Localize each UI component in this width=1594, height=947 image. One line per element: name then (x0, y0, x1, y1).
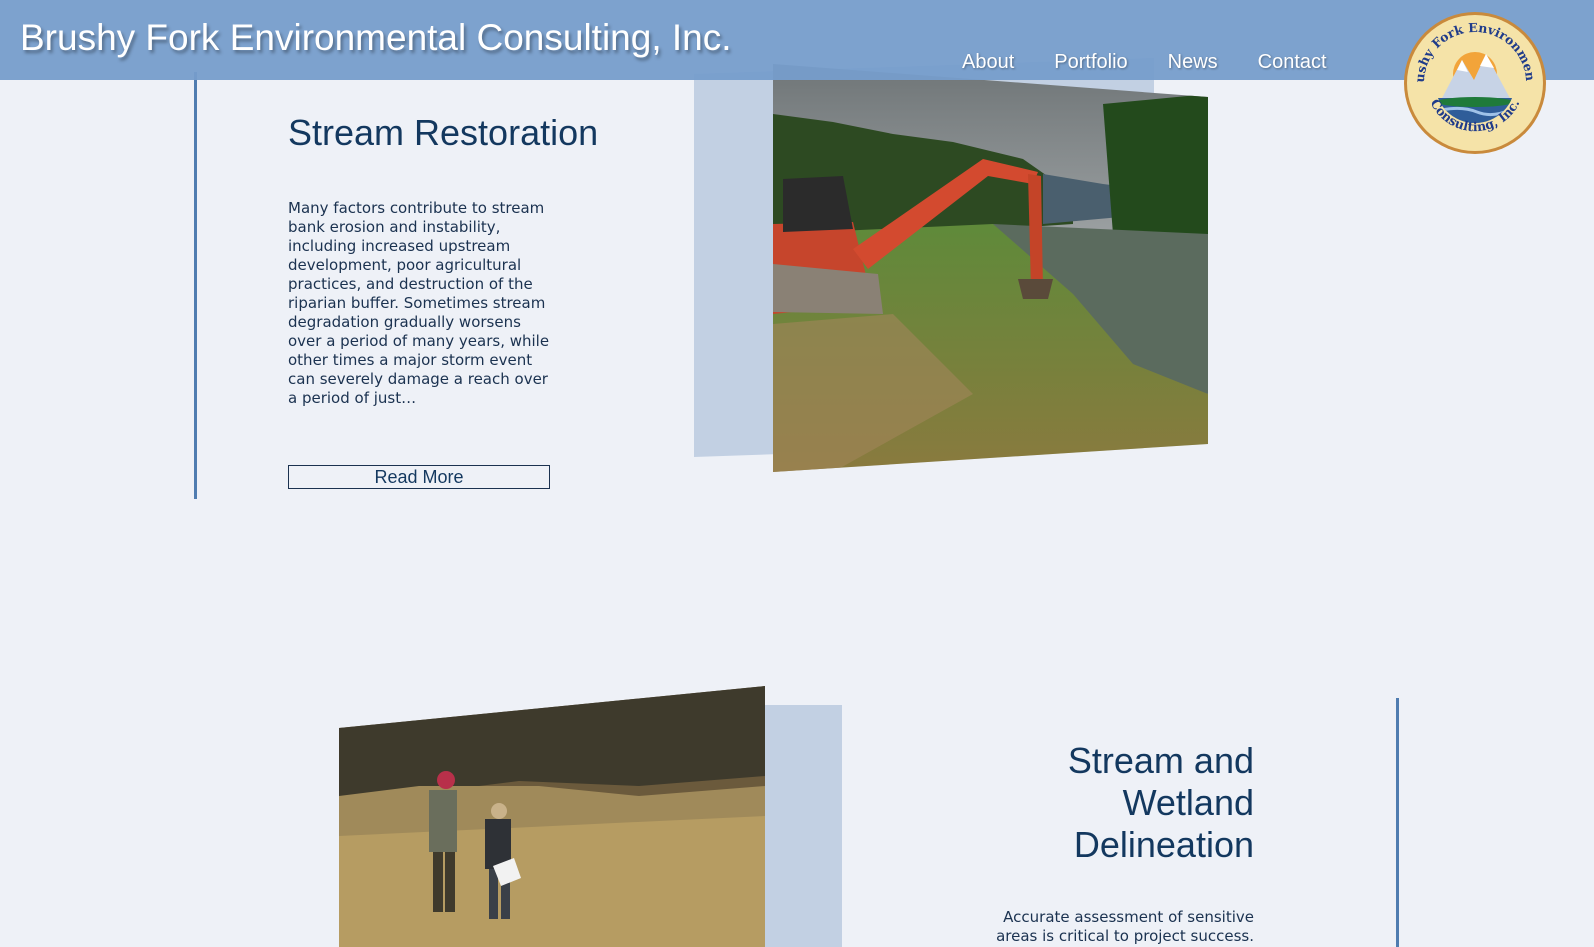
excavator-on-riverbank-photo (773, 64, 1208, 472)
company-logo[interactable]: Brushy Fork Environmental Consulting, In… (1402, 10, 1548, 156)
nav-portfolio[interactable]: Portfolio (1054, 51, 1127, 74)
page: Brushy Fork Environmental Consulting, In… (0, 0, 1594, 947)
section-title: Stream Restoration (288, 112, 599, 153)
accent-line (194, 72, 197, 499)
site-title[interactable]: Brushy Fork Environmental Consulting, In… (20, 17, 732, 59)
main-nav: About Portfolio News Contact (962, 51, 1367, 74)
nav-news[interactable]: News (1168, 51, 1218, 74)
section-excerpt: Accurate assessment of sensitive areas i… (996, 908, 1254, 945)
section-title: Stream and Wetland Delineation (1067, 740, 1254, 865)
field-survey-people-photo (339, 686, 765, 947)
nav-about[interactable]: About (962, 51, 1014, 74)
nav-contact[interactable]: Contact (1258, 51, 1327, 74)
site-header: Brushy Fork Environmental Consulting, In… (0, 0, 1594, 80)
accent-line (1396, 698, 1399, 947)
read-more-button[interactable]: Read More (288, 465, 550, 489)
section-excerpt: Many factors contribute to stream bank e… (288, 199, 550, 407)
